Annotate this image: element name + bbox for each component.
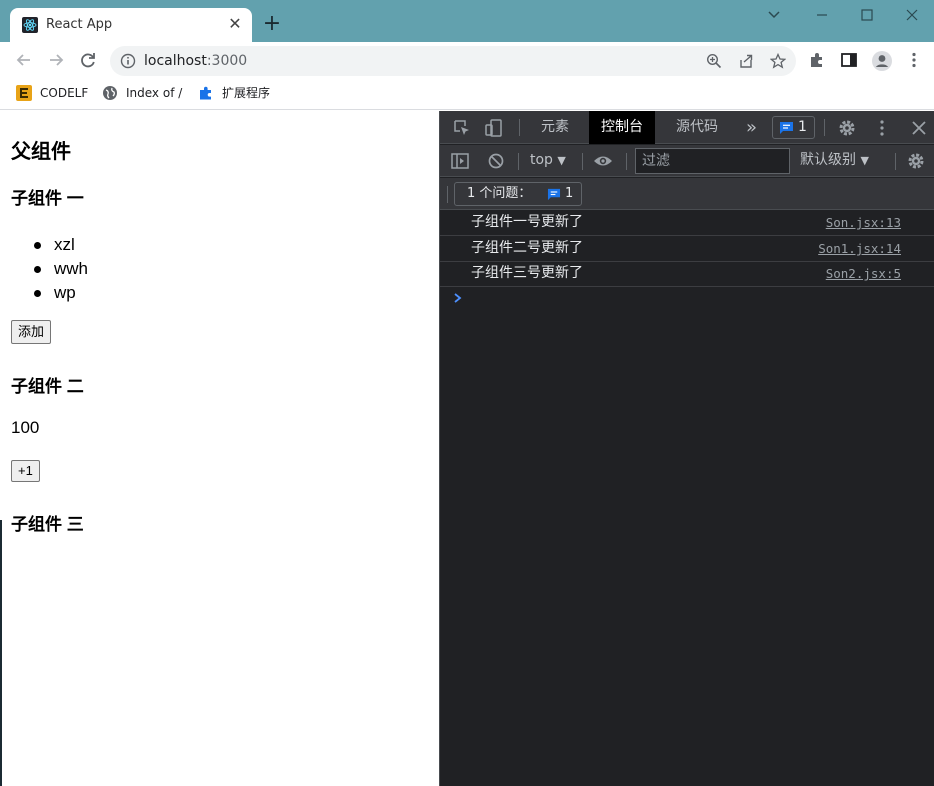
browser-window: React App ✕ + localhost:3000 CODELF Inde…: [0, 0, 934, 786]
issues-badge-button[interactable]: 1: [772, 116, 815, 139]
browser-tab[interactable]: React App ✕: [10, 8, 252, 42]
new-tab-button[interactable]: +: [262, 13, 282, 35]
address-toolbar: localhost:3000: [0, 42, 934, 78]
devtools-menu-icon[interactable]: [872, 118, 892, 138]
increment-button[interactable]: +1: [11, 460, 40, 482]
context-value: top: [530, 152, 553, 168]
list-item: wwh: [34, 257, 88, 281]
zoom-icon[interactable]: [706, 53, 722, 69]
chevron-down-icon: ▼: [860, 154, 869, 167]
url-text[interactable]: localhost:3000: [144, 52, 247, 70]
badge-count: 1: [798, 119, 807, 135]
page-viewport: 父组件 子组件 一 xzl wwh wp 添加 子组件 二 100 +1 子组件…: [0, 111, 439, 786]
reload-icon[interactable]: [78, 50, 98, 70]
window-edge: [0, 520, 2, 786]
tab-close-icon[interactable]: ✕: [226, 15, 244, 33]
toolbar-divider: [626, 153, 627, 170]
context-selector[interactable]: top ▼: [530, 152, 566, 169]
sidebar-toggle-icon[interactable]: [450, 151, 470, 171]
back-icon[interactable]: [14, 50, 34, 70]
tab-sources[interactable]: 源代码: [664, 111, 730, 144]
log-message: 子组件二号更新了: [471, 240, 583, 256]
menu-dots-icon[interactable]: [905, 51, 923, 69]
message-icon: [547, 188, 561, 201]
toolbar-divider: [447, 186, 448, 203]
log-levels-dropdown[interactable]: 默认级别 ▼: [800, 152, 869, 169]
child2-title: 子组件 二: [11, 377, 84, 396]
log-source-link[interactable]: Son.jsx:13: [826, 215, 901, 231]
forward-icon[interactable]: [46, 50, 66, 70]
toolbar-divider: [519, 119, 520, 136]
devtools-tabbar: 元素 控制台 源代码 » 1: [440, 111, 934, 144]
console-toolbar: top ▼ 过滤 默认级别 ▼: [440, 145, 934, 177]
console-settings-icon[interactable]: [906, 151, 926, 171]
console-log-row: 子组件三号更新了 Son2.jsx:5: [440, 262, 934, 287]
url-port: :3000: [206, 53, 248, 69]
log-source-link[interactable]: Son2.jsx:5: [826, 266, 901, 282]
child3-title: 子组件 三: [11, 515, 84, 534]
title-bar: React App ✕ +: [0, 0, 934, 42]
console-log-row: 子组件二号更新了 Son1.jsx:14: [440, 237, 934, 262]
live-expression-eye-icon[interactable]: [593, 151, 613, 171]
chevron-down-icon: ▼: [557, 154, 566, 167]
puzzle-icon: [200, 86, 211, 100]
react-logo-icon: [22, 17, 38, 33]
bookmark-label: Index of /: [126, 86, 183, 100]
close-devtools-icon[interactable]: [909, 118, 929, 138]
list-item: xzl: [34, 233, 88, 257]
add-button[interactable]: 添加: [11, 320, 52, 344]
tab-console[interactable]: 控制台: [589, 111, 655, 144]
parent-component-title: 父组件: [11, 141, 71, 163]
log-message: 子组件三号更新了: [471, 265, 583, 281]
minimize-button[interactable]: [812, 6, 832, 24]
issues-bar: 1 个问题： 1: [440, 178, 934, 210]
toolbar-divider: [582, 153, 583, 170]
toolbar-divider: [895, 153, 896, 170]
globe-icon: [103, 86, 117, 100]
filter-input[interactable]: 过滤: [635, 148, 790, 174]
tab-search-icon[interactable]: [764, 6, 784, 24]
tab-title: React App: [46, 17, 113, 32]
list-item: wp: [34, 281, 88, 305]
close-window-button[interactable]: [902, 6, 922, 24]
issues-counter-button[interactable]: 1 个问题： 1: [454, 182, 582, 206]
name-list: xzl wwh wp: [34, 233, 88, 305]
clear-console-icon[interactable]: [486, 151, 506, 171]
log-message: 子组件一号更新了: [471, 214, 583, 230]
issues-label: 1 个问题：: [467, 186, 532, 201]
extensions-icon[interactable]: [808, 51, 826, 69]
device-toolbar-icon[interactable]: [484, 118, 504, 138]
toolbar-divider: [518, 153, 519, 170]
inspect-element-icon[interactable]: [452, 118, 472, 138]
share-icon[interactable]: [738, 53, 754, 69]
count-value: 100: [11, 418, 40, 437]
toolbar-divider: [824, 119, 825, 136]
more-tabs-button[interactable]: »: [734, 111, 769, 144]
console-prompt-icon[interactable]: [452, 292, 464, 304]
side-panel-icon[interactable]: [840, 51, 858, 69]
settings-gear-icon[interactable]: [837, 118, 857, 138]
profile-avatar-icon[interactable]: [871, 50, 893, 72]
maximize-button[interactable]: [857, 6, 877, 24]
devtools-panel: 元素 控制台 源代码 » 1 top ▼ 过滤 默认级别 ▼ 1 个问题： 1 …: [439, 111, 934, 786]
url-host: localhost: [144, 53, 207, 69]
tab-elements[interactable]: 元素: [529, 111, 581, 144]
site-info-icon[interactable]: [120, 53, 136, 69]
log-source-link[interactable]: Son1.jsx:14: [818, 241, 901, 257]
bookmark-label: 扩展程序: [222, 86, 271, 100]
bookmarks-bar: CODELF Index of / 扩展程序: [0, 78, 934, 110]
child1-title: 子组件 一: [11, 189, 84, 208]
console-log-row: 子组件一号更新了 Son.jsx:13: [440, 211, 934, 236]
message-icon: [780, 122, 793, 134]
bookmark-label: CODELF: [40, 86, 89, 100]
omnibox[interactable]: localhost:3000: [110, 46, 796, 76]
levels-value: 默认级别: [800, 152, 856, 168]
issues-count: 1: [565, 186, 574, 201]
codelf-icon: [16, 85, 32, 101]
bookmark-star-icon[interactable]: [770, 53, 786, 69]
